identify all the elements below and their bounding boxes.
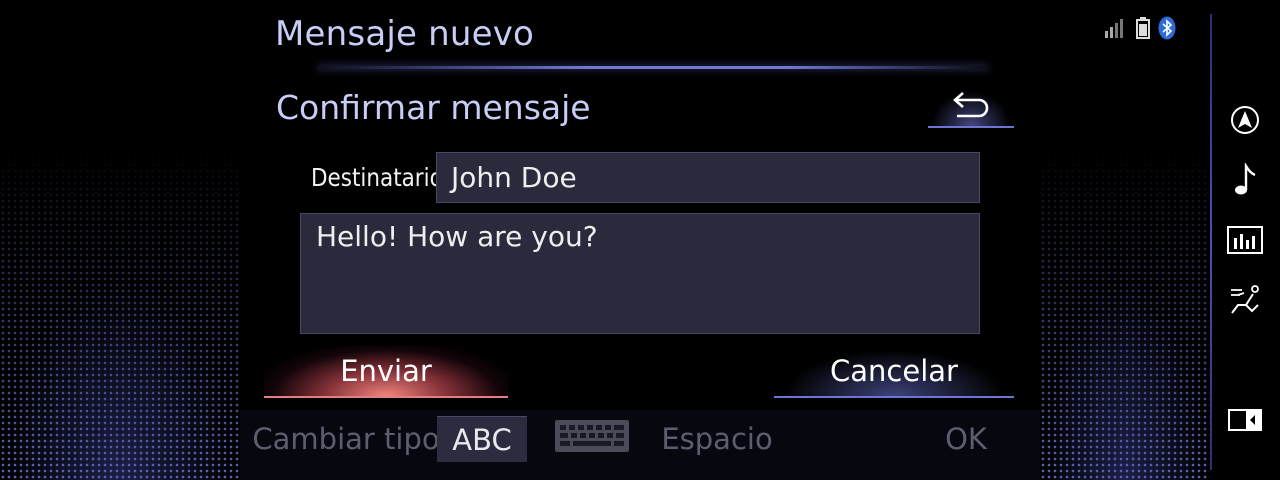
split-screen-button[interactable] [1224, 402, 1266, 442]
cancel-button[interactable]: Cancelar [774, 346, 1014, 398]
music-note-icon [1232, 161, 1258, 201]
page-subtitle: Confirmar mensaje [276, 88, 591, 127]
send-button[interactable]: Enviar [264, 346, 508, 398]
climate-button[interactable] [1224, 282, 1266, 322]
space-button[interactable]: Espacio [661, 416, 772, 462]
equalizer-icon [1227, 226, 1263, 258]
keyboard-icon [554, 419, 630, 460]
ok-button[interactable]: OK [906, 416, 1026, 462]
background-glow-left [0, 280, 240, 480]
equalizer-button[interactable] [1224, 222, 1266, 262]
recipient-field[interactable]: John Doe [436, 152, 980, 203]
recipient-label: Destinatario: [311, 163, 451, 192]
background-glow-right [1040, 280, 1210, 480]
change-type-button[interactable]: Cambiar tipo [252, 416, 439, 462]
bluetooth-icon [1158, 16, 1176, 44]
message-body-field[interactable]: Hello! How are you? [300, 213, 980, 334]
navigation-icon [1230, 105, 1260, 139]
back-button[interactable] [928, 88, 1014, 128]
split-screen-icon [1228, 409, 1262, 435]
back-arrow-icon [949, 90, 993, 124]
climate-seat-icon [1228, 283, 1262, 321]
signal-strength-icon [1104, 17, 1128, 43]
audio-button[interactable] [1224, 161, 1266, 202]
page-title: Mensaje nuevo [275, 14, 535, 54]
status-bar [1104, 16, 1176, 44]
abc-button[interactable]: ABC [437, 416, 527, 462]
title-underline [318, 66, 988, 69]
keyboard-layout-button[interactable] [554, 416, 630, 462]
navigation-button[interactable] [1224, 102, 1266, 142]
sidebar-divider [1210, 14, 1212, 470]
battery-icon [1136, 17, 1150, 43]
